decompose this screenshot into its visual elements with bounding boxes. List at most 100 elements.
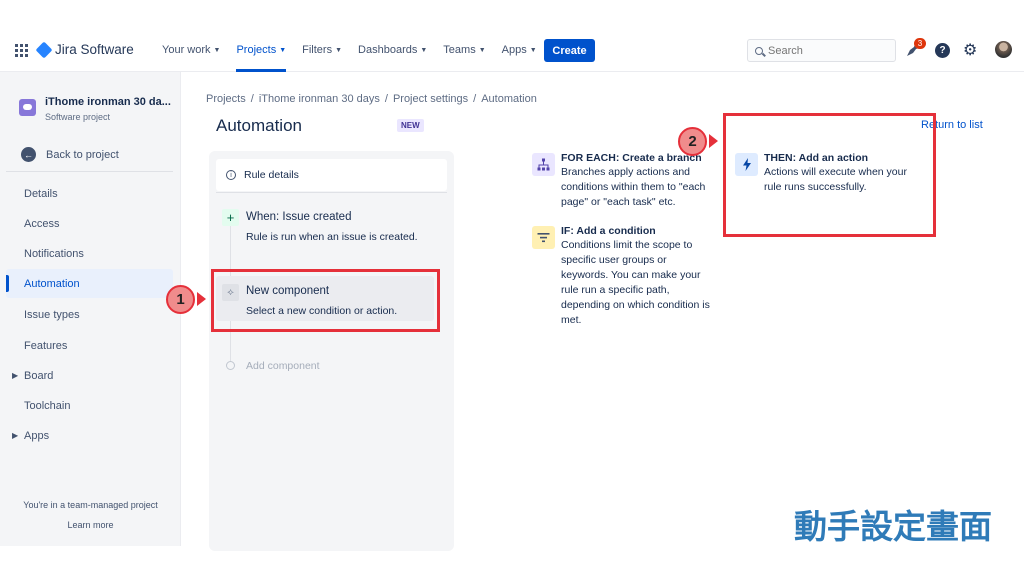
project-type: Software project [45,112,111,122]
top-navigation: Jira Software Your work ▼ Projects ▼ Filte… [0,28,1024,72]
sidebar-item-label: Toolchain [24,399,71,412]
search-box[interactable] [747,39,896,62]
chevron-down-icon: ▼ [478,46,486,54]
sidebar-item-label: Notifications [24,247,84,260]
new-badge: NEW [397,119,424,132]
jira-diamond-icon [35,41,53,58]
breadcrumb-separator: / [384,93,388,105]
breadcrumb-automation[interactable]: Automation [481,93,537,105]
for-each-desc-line: Branches apply actions and [561,166,690,178]
breadcrumb-project-settings[interactable]: Project settings [393,93,468,105]
nav-label: Your work [162,44,211,56]
sidebar-item-automation[interactable]: Automation [6,269,173,298]
trigger-description: Rule is run when an issue is created. [246,231,418,243]
create-button[interactable]: Create [544,39,595,62]
add-component-button[interactable]: Add component [246,360,320,372]
team-managed-note: You're in a team-managed project [23,500,158,510]
sidebar-item-apps[interactable]: ▶ Apps [6,421,173,450]
nav-dashboards[interactable]: Dashboards ▼ [358,28,427,72]
sidebar-item-board[interactable]: ▶ Board [6,361,173,390]
chevron-down-icon: ▼ [279,46,287,54]
rule-divider [216,192,447,193]
highlight-box-then-action [723,113,936,237]
primary-nav: Your work ▼ Projects ▼ Filters ▼ Dashboards… [162,28,553,72]
if-desc-line: Conditions limit the scope to [561,239,693,251]
sidebar-item-label: Details [24,187,58,200]
step-marker-2: 2 [678,127,707,156]
rule-details-label: Rule details [244,169,299,181]
back-to-project-button[interactable]: ← Back to project [21,147,119,162]
breadcrumb-projects[interactable]: Projects [206,93,246,105]
if-desc-line: rule run a specific path, [561,284,670,296]
sidebar-item-issue-types[interactable]: Issue types [6,300,173,329]
nav-apps[interactable]: Apps ▼ [502,28,537,72]
product-name: Jira Software [55,42,134,57]
notification-badge: 3 [914,38,926,49]
for-each-description: Branches apply actions and conditions wi… [561,165,705,210]
sidebar-item-label: Issue types [24,308,80,321]
if-desc-line: keywords. You can make your [561,269,701,281]
user-avatar[interactable] [995,41,1012,58]
caption-overlay: 動手設定畫面 [794,507,992,546]
add-component-dot-icon [226,361,235,370]
project-avatar-icon [19,99,36,116]
if-desc-line: met. [561,314,582,326]
chevron-down-icon: ▼ [420,46,428,54]
sidebar-item-label: Access [24,217,60,230]
step-arrow-1 [197,292,206,306]
search-icon [755,46,763,55]
nav-label: Dashboards [358,44,418,56]
settings-gear-icon[interactable]: ⚙ [963,40,977,60]
filter-icon[interactable] [532,226,555,249]
if-description: Conditions limit the scope to specific u… [561,238,710,328]
breadcrumb-project[interactable]: iThome ironman 30 days [259,93,380,105]
sidebar-item-label: Automation [24,277,80,290]
sidebar-item-toolchain[interactable]: Toolchain [6,391,173,420]
if-desc-line: depending on which condition is [561,299,710,311]
nav-filters[interactable]: Filters ▼ [302,28,342,72]
project-name[interactable]: iThome ironman 30 da... [45,96,173,108]
app-switcher-icon[interactable] [15,44,28,57]
help-icon[interactable]: ? [935,43,950,58]
nav-projects[interactable]: Projects ▼ [236,28,286,72]
info-icon: i [226,170,236,180]
if-title[interactable]: IF: Add a condition [561,225,656,237]
nav-label: Projects [236,44,277,56]
for-each-desc-line: conditions within them to "each [561,181,706,193]
step-marker-1: 1 [166,285,195,314]
for-each-desc-line: page" or "each task" etc. [561,196,676,208]
step-arrow-2 [709,134,718,148]
back-label: Back to project [46,148,119,161]
sidebar-divider [6,171,173,172]
nav-teams[interactable]: Teams ▼ [443,28,485,72]
jira-logo[interactable]: Jira Software [35,41,134,58]
branch-icon[interactable] [532,153,555,176]
nav-label: Apps [501,44,527,56]
breadcrumb: Projects / iThome ironman 30 days / Proj… [206,93,537,105]
nav-label: Teams [443,44,476,56]
rule-details-button[interactable]: i Rule details [216,159,447,191]
breadcrumb-separator: / [473,93,477,105]
sidebar-item-label: Board [24,369,54,382]
page-title: Automation [216,116,302,135]
sidebar-item-label: Features [24,339,68,352]
search-input[interactable] [768,44,878,57]
chevron-right-icon: ▶ [12,371,19,380]
arrow-left-icon: ← [21,147,36,162]
chevron-down-icon: ▼ [335,46,343,54]
highlight-box-new-component [211,269,440,332]
for-each-title[interactable]: FOR EACH: Create a branch [561,152,702,164]
project-sidebar: iThome ironman 30 da... Software project… [0,72,181,546]
plus-icon: + [222,209,239,226]
trigger-title[interactable]: When: Issue created [246,211,351,223]
sidebar-item-features[interactable]: Features [6,331,173,360]
sidebar-item-access[interactable]: Access [6,209,173,238]
chevron-down-icon: ▼ [529,46,537,54]
nav-label: Filters [302,44,333,56]
learn-more-link[interactable]: Learn more [0,520,181,530]
sidebar-item-notifications[interactable]: Notifications [6,239,173,268]
sidebar-item-details[interactable]: Details [6,179,173,208]
nav-your-work[interactable]: Your work ▼ [162,28,220,72]
breadcrumb-separator: / [250,93,254,105]
sidebar-item-label: Apps [24,429,50,442]
